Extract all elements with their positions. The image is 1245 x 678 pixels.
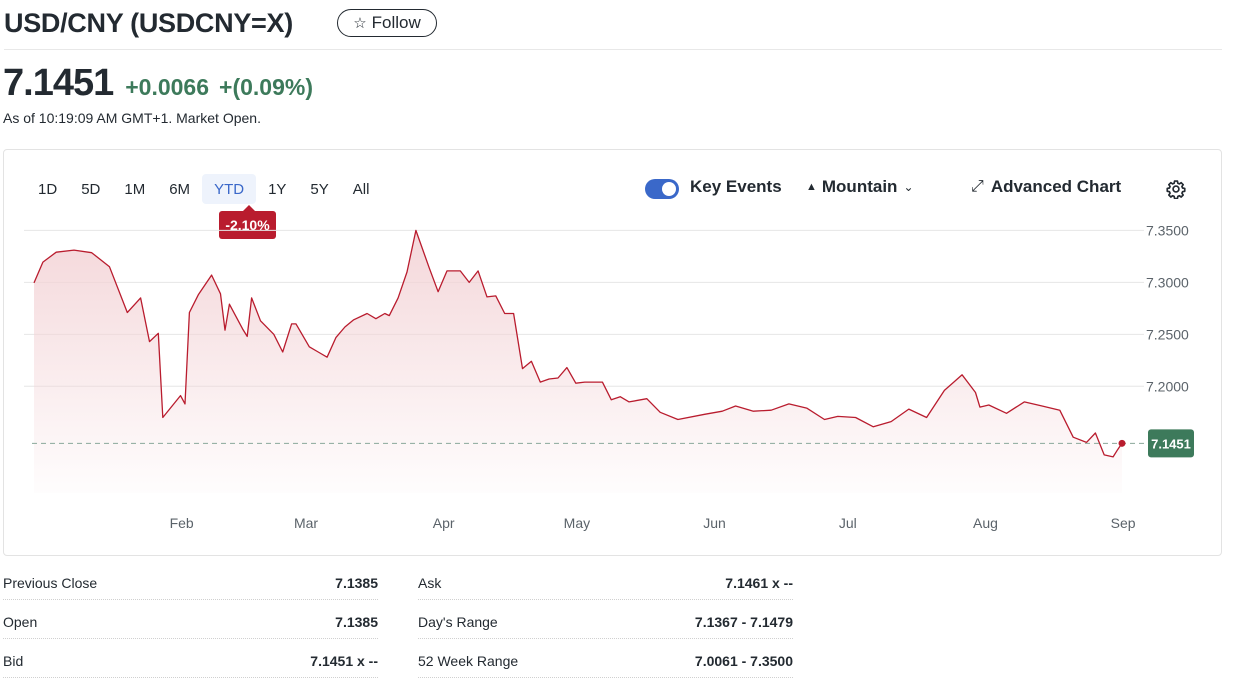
stat-label: Previous Close bbox=[3, 574, 98, 591]
stat-label: Bid bbox=[3, 652, 24, 669]
stat-value: 7.1385 bbox=[335, 574, 378, 591]
x-tick-label: Jun bbox=[703, 515, 726, 531]
price-change-percent: +(0.09%) bbox=[219, 74, 313, 100]
x-tick-label: Feb bbox=[170, 515, 194, 531]
market-status: As of 10:19:09 AM GMT+1. Market Open. bbox=[3, 110, 261, 126]
page-title: USD/CNY (USDCNY=X) bbox=[4, 8, 293, 38]
follow-button[interactable]: ☆ Follow bbox=[337, 9, 437, 37]
x-tick-label: May bbox=[564, 515, 590, 531]
current-price-label: 7.1451 bbox=[1151, 436, 1191, 451]
stat-row: 52 Week Range 7.0061 - 7.3500 bbox=[418, 644, 793, 678]
quote-summary: 7.1451 +0.0066 +(0.09%) bbox=[3, 62, 313, 106]
x-tick-label: Mar bbox=[294, 515, 318, 531]
y-tick-label: 7.2500 bbox=[1146, 326, 1189, 342]
x-tick-label: Aug bbox=[973, 515, 998, 531]
stat-value: 7.0061 - 7.3500 bbox=[694, 652, 793, 669]
stat-row: Previous Close 7.1385 bbox=[3, 566, 378, 600]
stat-row: Open 7.1385 bbox=[3, 605, 378, 639]
stat-label: Open bbox=[3, 613, 38, 630]
y-tick-label: 7.2000 bbox=[1146, 378, 1189, 394]
stat-value: 7.1385 bbox=[335, 613, 378, 630]
stat-value: 7.1451 x -- bbox=[310, 652, 378, 669]
current-price: 7.1451 bbox=[3, 62, 114, 104]
stat-label: 52 Week Range bbox=[418, 652, 519, 669]
y-tick-label: 7.3000 bbox=[1146, 274, 1189, 290]
stat-value: 7.1367 - 7.1479 bbox=[694, 613, 793, 630]
stat-row: Day's Range 7.1367 - 7.1479 bbox=[418, 605, 793, 639]
x-tick-label: Jul bbox=[839, 515, 857, 531]
stat-row: Bid 7.1451 x -- bbox=[3, 644, 378, 678]
stat-value: 7.1461 x -- bbox=[725, 574, 793, 591]
series-area bbox=[34, 230, 1122, 493]
chart-panel: 1D 5D 1M 6M YTD 1Y 5Y All -2.10% Key Eve… bbox=[3, 149, 1222, 556]
last-point-marker bbox=[1118, 439, 1126, 447]
follow-label: Follow bbox=[371, 13, 421, 32]
y-tick-label: 7.3500 bbox=[1146, 222, 1189, 238]
stat-row: Ask 7.1461 x -- bbox=[418, 566, 793, 600]
stat-label: Day's Range bbox=[418, 613, 498, 630]
price-change: +0.0066 bbox=[125, 74, 210, 100]
star-icon: ☆ bbox=[353, 15, 367, 32]
x-tick-label: Sep bbox=[1111, 515, 1136, 531]
x-tick-label: Apr bbox=[433, 515, 455, 531]
header: USD/CNY (USDCNY=X) ☆ Follow bbox=[4, 6, 1222, 50]
price-chart[interactable]: 7.3500 7.3000 7.2500 7.2000 Feb Mar Apr May Jun J… bbox=[4, 150, 1223, 557]
stat-label: Ask bbox=[418, 574, 442, 591]
